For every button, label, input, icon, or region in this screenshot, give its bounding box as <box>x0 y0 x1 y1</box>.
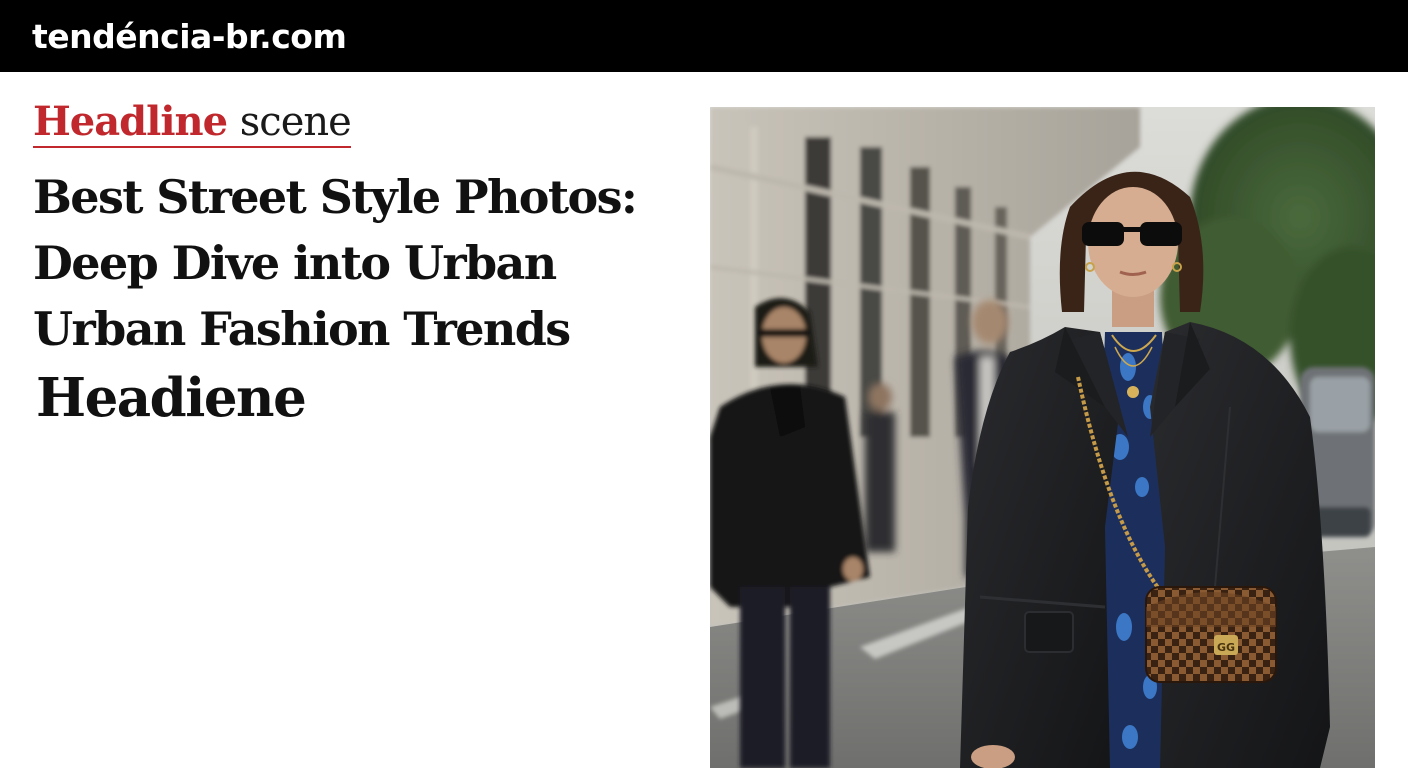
headline-line-2: Deep Dive into Urban <box>33 236 557 290</box>
headline-line-1: Best Street Style Photos: <box>33 170 638 224</box>
article-headline: Best Street Style Photos: Deep Dive into… <box>33 164 673 362</box>
site-header-bar: tendéncia-br.com <box>0 0 1408 72</box>
site-name-logo[interactable]: tendéncia-br.com <box>32 17 347 56</box>
kicker-light-text: scene <box>239 99 352 145</box>
bag-monogram-text: GG <box>1217 641 1235 654</box>
kicker-strong-text: Headline <box>33 98 228 145</box>
street-style-photo-illustration: GG <box>710 107 1375 768</box>
headline-line-3: Urban Fashion Trends <box>33 302 571 356</box>
article-text-column: Headline scene Best Street Style Photos:… <box>0 72 700 768</box>
street-style-photo[interactable]: GG <box>710 107 1375 768</box>
section-kicker[interactable]: Headline scene <box>33 98 352 148</box>
article-subline: Headiene <box>36 367 307 429</box>
